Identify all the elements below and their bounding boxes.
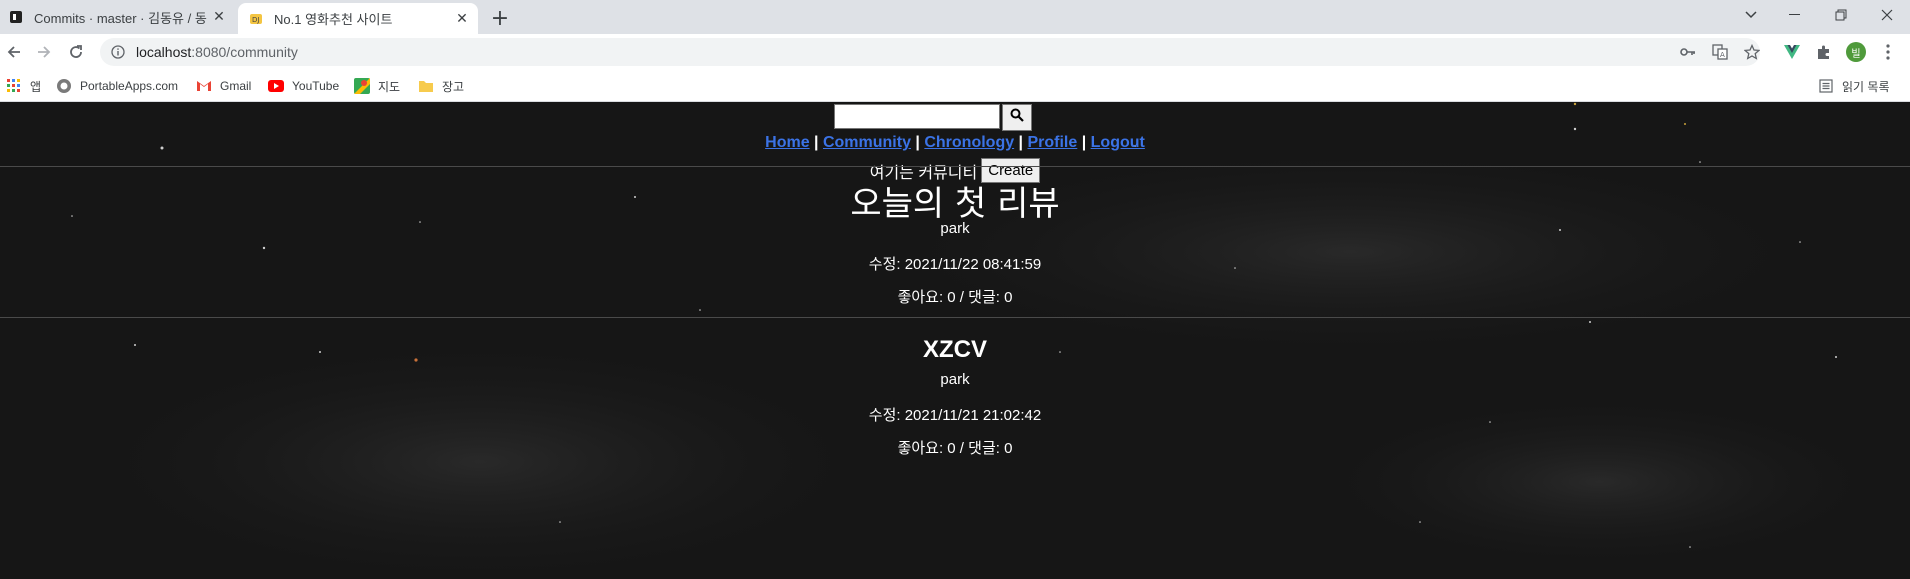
nav-separator: | <box>910 134 925 151</box>
svg-text:A: A <box>1720 51 1725 59</box>
youtube-icon <box>268 78 284 94</box>
search-form <box>834 104 1032 131</box>
bookmark-youtube[interactable]: YouTube <box>268 76 339 96</box>
nav-community-link[interactable]: Community <box>823 134 911 151</box>
nav-separator: | <box>1014 134 1028 151</box>
tab-movie-site[interactable]: DJ No.1 영화추천 사이트 ✕ <box>238 3 478 34</box>
nav-separator: | <box>1077 134 1091 151</box>
reading-list[interactable]: 읽기 목록 <box>1818 76 1890 96</box>
profile-avatar[interactable]: 빌 <box>1844 38 1868 66</box>
back-arrow-icon[interactable] <box>0 38 28 66</box>
translate-icon[interactable]: A <box>1708 38 1732 66</box>
svg-text:DJ: DJ <box>252 16 259 24</box>
profile-initial: 빌 <box>1846 42 1866 62</box>
post-author: park <box>940 371 970 388</box>
main-nav: Home | Community | Chronology | Profile … <box>0 134 1910 152</box>
browser-toolbar: localhost:8080/community A 빌 <box>0 34 1910 70</box>
bookmark-apps[interactable]: 앱 <box>6 76 41 96</box>
bookmark-label: YouTube <box>292 79 340 93</box>
menu-kebab-icon[interactable] <box>1876 38 1900 66</box>
divider <box>0 166 1910 167</box>
close-icon[interactable]: ✕ <box>209 7 229 27</box>
bookmark-label: 지도 <box>378 79 401 94</box>
bookmark-folder-django[interactable]: 장고 <box>418 76 464 96</box>
bookmark-label: Gmail <box>220 79 252 93</box>
extensions-puzzle-icon[interactable] <box>1812 38 1836 66</box>
tab-title: No.1 영화추천 사이트 <box>274 12 393 27</box>
nav-profile-link[interactable]: Profile <box>1027 134 1077 151</box>
tab-commits[interactable]: Commits · master · 김동유 / 동 ✕ <box>0 0 235 34</box>
nav-logout-link[interactable]: Logout <box>1091 134 1145 151</box>
bookmark-gmail[interactable]: Gmail <box>196 76 251 96</box>
star-icon[interactable] <box>1740 38 1764 66</box>
post-modified: 수정: 2021/11/22 08:41:59 <box>868 256 1042 273</box>
info-icon[interactable] <box>110 44 126 60</box>
post-title[interactable]: 오늘의 첫 리뷰 <box>0 176 1910 225</box>
tab-title: Commits · master · 김동유 / 동 <box>34 10 207 26</box>
address-bar[interactable]: localhost:8080/community <box>100 38 1760 66</box>
reading-list-icon <box>1818 78 1834 94</box>
new-tab-button[interactable]: + <box>488 6 512 31</box>
tab-strip: Commits · master · 김동유 / 동 ✕ DJ No.1 영화추… <box>0 0 1910 34</box>
reading-list-label: 읽기 목록 <box>1842 79 1890 94</box>
gitlab-favicon-icon <box>8 9 24 25</box>
url-host: localhost <box>136 44 192 60</box>
post-stats: 좋아요: 0 / 댓글: 0 <box>897 440 1013 457</box>
close-window-icon[interactable] <box>1864 0 1910 30</box>
nav-home-link[interactable]: Home <box>765 134 809 151</box>
portableapps-icon <box>56 78 72 94</box>
search-button[interactable] <box>1002 104 1032 131</box>
site-favicon-icon: DJ <box>248 11 264 27</box>
url-path: :8080/community <box>191 44 298 60</box>
bookmark-maps[interactable]: 지도 <box>354 76 400 96</box>
nav-chronology-link[interactable]: Chronology <box>924 134 1014 151</box>
apps-grid-icon <box>6 78 22 94</box>
post-title[interactable]: XZCV <box>0 336 1910 364</box>
page-content: Home | Community | Chronology | Profile … <box>0 102 1910 579</box>
post-author: park <box>940 220 970 237</box>
post-modified: 수정: 2021/11/21 21:02:42 <box>868 407 1042 424</box>
minimize-icon[interactable] <box>1772 0 1818 30</box>
bookmark-label: PortableApps.com <box>80 79 179 93</box>
close-icon[interactable]: ✕ <box>452 9 472 29</box>
nav-separator: | <box>809 134 823 151</box>
search-input[interactable] <box>834 104 1000 129</box>
divider <box>0 317 1910 318</box>
url-text: localhost:8080/community <box>136 44 298 60</box>
reload-icon[interactable] <box>62 38 90 66</box>
bookmark-label: 앱 <box>30 79 42 94</box>
search-icon <box>1010 108 1024 127</box>
folder-icon <box>418 78 434 94</box>
tab-search-icon[interactable] <box>1728 0 1774 30</box>
key-icon[interactable] <box>1676 38 1700 66</box>
bookmark-portableapps[interactable]: PortableApps.com <box>56 76 178 96</box>
vue-devtools-icon[interactable] <box>1780 38 1804 66</box>
post-stats: 좋아요: 0 / 댓글: 0 <box>897 289 1013 306</box>
restore-icon[interactable] <box>1818 0 1864 30</box>
bookmark-label: 장고 <box>442 79 465 94</box>
bookmarks-bar: 앱 PortableApps.com Gmail YouTube 지도 장고 읽… <box>0 70 1910 102</box>
maps-icon <box>354 78 370 94</box>
gmail-icon <box>196 78 212 94</box>
forward-arrow-icon[interactable] <box>30 38 58 66</box>
